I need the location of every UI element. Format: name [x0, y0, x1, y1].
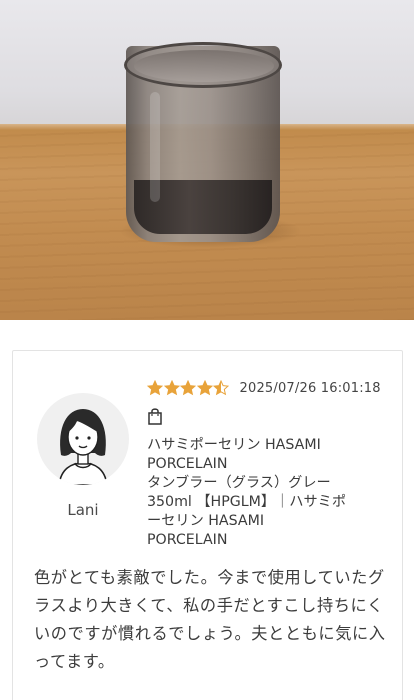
rating-row: 2025/07/26 16:01:18 — [147, 378, 397, 398]
glass-highlight — [150, 92, 160, 202]
review-meta: 2025/07/26 16:01:18 ハサミポーセリン HASAMI PORC… — [147, 378, 397, 550]
reviewer-block: Lani — [35, 393, 131, 519]
product-photo[interactable] — [0, 0, 414, 320]
product-name[interactable]: ハサミポーセリン HASAMI PORCELAIN タンブラー（グラス）グレー … — [147, 436, 397, 550]
review-body: 色がとても素敵でした。今まで使用していたグラスより大きくて、私の手だとすこし持ち… — [34, 568, 386, 671]
woman-avatar-icon — [37, 393, 129, 485]
reviewer-name: Lani — [67, 501, 99, 519]
spacer — [0, 320, 414, 350]
glass-inner — [134, 50, 274, 82]
star-icon — [163, 380, 180, 396]
star-icon — [147, 380, 163, 396]
review-card: Lani 2025/07/26 16:01:18 ハサミポーセリン HASAMI… — [12, 350, 403, 700]
review-date: 2025/07/26 16:01:18 — [239, 380, 381, 396]
star-icon — [196, 380, 213, 396]
star-rating — [147, 380, 230, 396]
star-icon — [213, 380, 229, 396]
shopping-bag-icon — [148, 408, 162, 425]
star-icon — [180, 380, 196, 396]
